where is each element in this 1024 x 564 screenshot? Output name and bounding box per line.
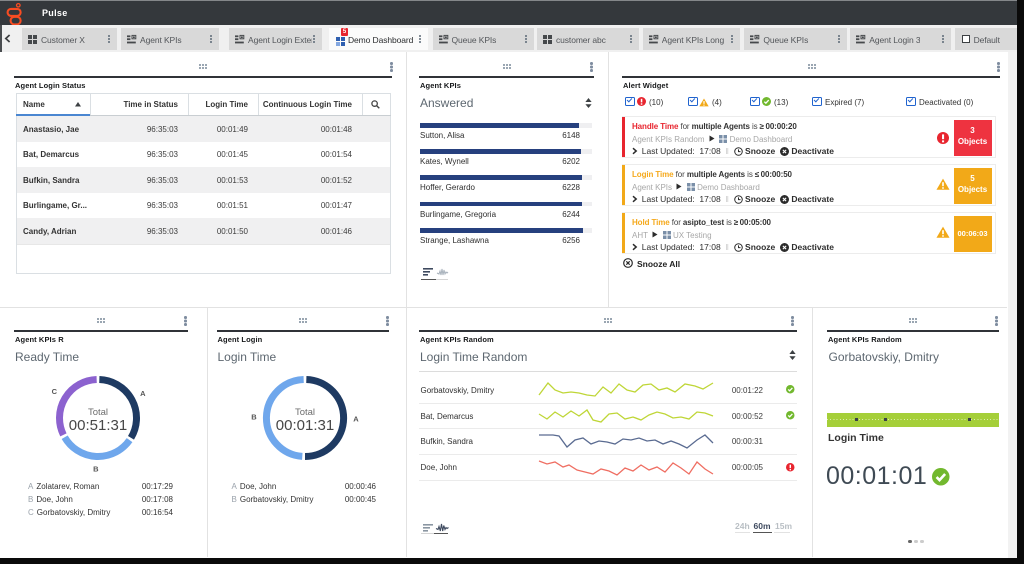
svg-text:A: A	[353, 414, 359, 423]
svg-text:B: B	[251, 413, 257, 422]
svg-text:B: B	[93, 464, 99, 473]
svg-text:00:51:31: 00:51:31	[68, 417, 126, 434]
svg-text:00:01:31: 00:01:31	[275, 417, 333, 434]
svg-text:A: A	[140, 389, 146, 398]
svg-text:C: C	[51, 387, 57, 396]
